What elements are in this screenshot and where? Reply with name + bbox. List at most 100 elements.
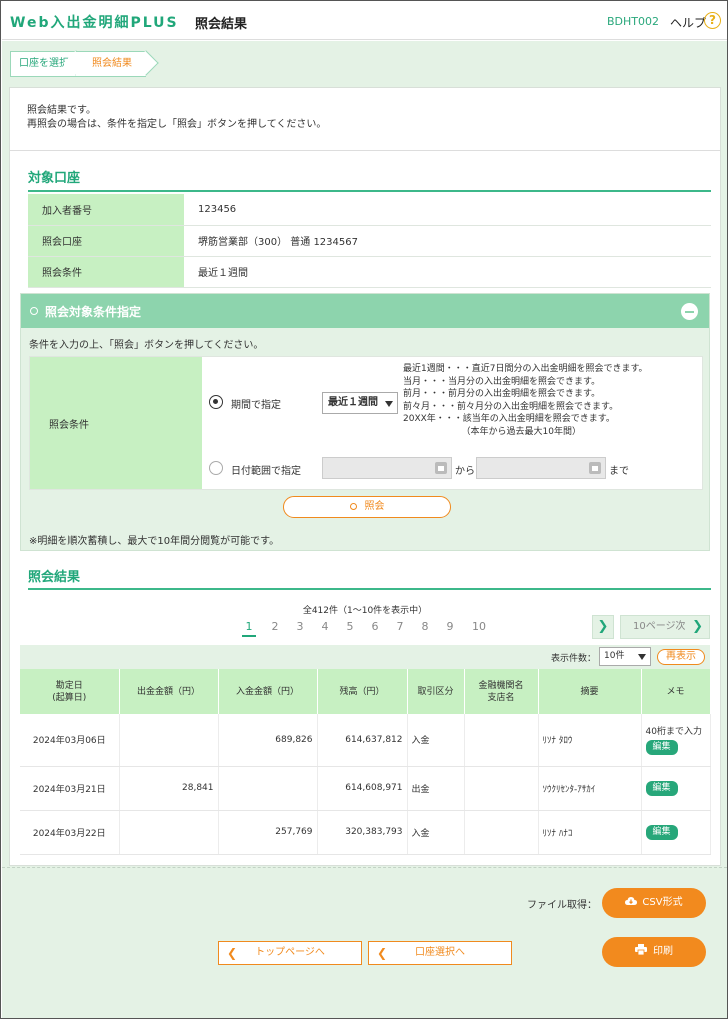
csv-button-label: CSV形式 bbox=[642, 897, 683, 908]
date-from-input[interactable] bbox=[322, 457, 452, 479]
col-header-summary: 摘要 bbox=[538, 669, 642, 714]
per-page-value: 10件 bbox=[604, 651, 625, 661]
intro-line-2: 再照会の場合は、条件を指定し「照会」ボタンを押してください。 bbox=[27, 119, 327, 130]
page-link[interactable]: 4 bbox=[318, 620, 332, 633]
per-page-select[interactable]: 10件 bbox=[599, 647, 651, 666]
cell-type: 入金 bbox=[407, 714, 465, 767]
account-table: 加入者番号 123456 照会口座 堺筋営業部（300） 普通 1234567 照会… bbox=[28, 194, 711, 288]
redisplay-button[interactable]: 再表示 bbox=[657, 649, 705, 665]
search-button[interactable]: 照会 bbox=[283, 496, 451, 518]
cell-bank bbox=[464, 810, 539, 855]
table-row: 2024年03月06日 689,826 614,637,812 入金 ﾘｿﾅ ﾀ… bbox=[20, 714, 711, 767]
account-row-label: 照会条件 bbox=[28, 256, 184, 288]
page-link[interactable]: 2 bbox=[268, 620, 282, 633]
col-header-balance: 残高（円） bbox=[317, 669, 408, 714]
condition-panel-header[interactable]: 照会対象条件指定 bbox=[21, 294, 709, 328]
condition-panel: 照会対象条件指定 条件を入力の上、「照会」ボタンを押してください。 照会条件 期… bbox=[20, 293, 710, 551]
cell-balance: 614,608,971 bbox=[317, 766, 408, 811]
page-link[interactable]: 8 bbox=[418, 620, 432, 633]
calendar-icon[interactable] bbox=[589, 462, 601, 474]
search-button-label: 照会 bbox=[364, 501, 385, 512]
search-icon bbox=[30, 307, 38, 315]
page-title: 照会結果 bbox=[195, 17, 248, 32]
col-header-bank-line2: 支店名 bbox=[487, 692, 515, 703]
condition-form: 照会条件 期間で指定 最近１週間 最近1週間・・・直近7日間分の入出金明細を照会… bbox=[29, 356, 703, 490]
cell-withdrawal bbox=[119, 810, 219, 855]
radio-period[interactable] bbox=[209, 395, 223, 409]
condition-description: 条件を入力の上、「照会」ボタンを押してください。 bbox=[29, 340, 264, 351]
cell-deposit: 689,826 bbox=[218, 714, 318, 767]
period-select[interactable]: 最近１週間 bbox=[322, 392, 398, 414]
radio-date-range[interactable] bbox=[209, 461, 223, 475]
collapse-icon[interactable] bbox=[681, 303, 698, 320]
help-link[interactable]: ヘルプ bbox=[670, 14, 706, 31]
condition-footnote: ※明細を順次蓄積し、最大で10年間分閲覧が可能です。 bbox=[29, 536, 280, 547]
divider bbox=[10, 150, 720, 151]
condition-label: 照会条件 bbox=[49, 420, 89, 431]
section-underline bbox=[28, 190, 711, 192]
screen-id: BDHT002 bbox=[607, 15, 660, 28]
page-link[interactable]: 7 bbox=[393, 620, 407, 633]
chevron-down-icon bbox=[385, 401, 393, 407]
cell-bank bbox=[464, 766, 539, 811]
calendar-icon[interactable] bbox=[435, 462, 447, 474]
edit-memo-button[interactable]: 編集 bbox=[645, 740, 678, 756]
account-row-value: 123456 bbox=[184, 194, 711, 226]
chevron-down-icon bbox=[638, 654, 646, 660]
app-title: Web入出金明細PLUS bbox=[10, 15, 179, 31]
page-link[interactable]: 6 bbox=[368, 620, 382, 633]
col-header-date-line1: 勘定日 bbox=[55, 680, 83, 691]
col-header-date: 勘定日 (起算日) bbox=[20, 669, 120, 714]
cloud-download-icon bbox=[625, 897, 638, 905]
cell-withdrawal: 28,841 bbox=[119, 766, 219, 811]
page-link[interactable]: 5 bbox=[343, 620, 357, 633]
account-row-label: 加入者番号 bbox=[28, 194, 184, 226]
cell-bank bbox=[464, 714, 539, 767]
account-select-button[interactable]: ❮ 口座選択へ bbox=[368, 941, 512, 965]
cell-date: 2024年03月06日 bbox=[20, 714, 120, 767]
cell-withdrawal bbox=[119, 714, 219, 767]
cell-deposit bbox=[218, 766, 318, 811]
chevron-right-icon: ❯ bbox=[692, 619, 703, 634]
edit-memo-button[interactable]: 編集 bbox=[645, 780, 678, 796]
page-link[interactable]: 10 bbox=[470, 620, 488, 633]
radio-period-label[interactable]: 期間で指定 bbox=[231, 396, 281, 411]
section-underline bbox=[28, 588, 711, 590]
cell-balance: 320,383,793 bbox=[317, 810, 408, 855]
next-10-label: 10ページ次 bbox=[633, 621, 686, 632]
date-to-input[interactable] bbox=[476, 457, 606, 479]
next-10-pages-button[interactable]: 10ページ次 ❯ bbox=[620, 615, 710, 639]
chevron-left-icon: ❮ bbox=[227, 946, 238, 960]
table-row: 2024年03月21日 28,841 614,608,971 出金 ｿｳｸﾘｾﾝ… bbox=[20, 766, 711, 811]
account-row-label: 照会口座 bbox=[28, 225, 184, 257]
memo-text: 40桁まで入力 bbox=[645, 727, 702, 738]
top-page-button[interactable]: ❮ トップページへ bbox=[218, 941, 362, 965]
radio-date-range-label[interactable]: 日付範囲で指定 bbox=[231, 462, 301, 477]
edit-memo-button[interactable]: 編集 bbox=[645, 824, 678, 840]
results-toolbar: 表示件数： 10件 再表示 bbox=[20, 645, 710, 669]
cell-deposit: 257,769 bbox=[218, 810, 318, 855]
page-link[interactable]: 9 bbox=[443, 620, 457, 633]
account-row: 照会条件 最近１週間 bbox=[28, 256, 711, 288]
print-button[interactable]: 印刷 bbox=[602, 937, 706, 967]
main-panel: 照会結果です。 再照会の場合は、条件を指定し「照会」ボタンを押してください。 対… bbox=[9, 87, 721, 866]
file-download-label: ファイル取得： bbox=[527, 900, 597, 911]
col-header-withdrawal: 出金金額（円） bbox=[119, 669, 219, 714]
table-row: 2024年03月22日 257,769 320,383,793 入金 ﾘｿﾅ ﾊ… bbox=[20, 810, 711, 855]
cell-memo: 編集 bbox=[641, 810, 711, 855]
printer-icon bbox=[635, 944, 647, 956]
header-bar: Web入出金明細PLUS 照会結果 BDHT002 ヘルプ ? bbox=[2, 2, 727, 40]
page-link[interactable]: 1 bbox=[242, 620, 256, 637]
csv-download-button[interactable]: CSV形式 bbox=[602, 888, 706, 918]
cell-memo: 40桁まで入力編集 bbox=[641, 714, 711, 767]
account-row: 加入者番号 123456 bbox=[28, 194, 711, 226]
intro-line-1: 照会結果です。 bbox=[27, 105, 96, 116]
print-button-label: 印刷 bbox=[653, 946, 673, 957]
to-text: まで bbox=[609, 466, 629, 477]
period-select-value: 最近１週間 bbox=[328, 397, 378, 408]
cell-date: 2024年03月22日 bbox=[20, 810, 120, 855]
help-icon[interactable]: ? bbox=[704, 12, 721, 29]
next-page-button[interactable]: ❯ bbox=[592, 615, 614, 639]
col-header-date-line2: (起算日) bbox=[52, 692, 87, 703]
page-link[interactable]: 3 bbox=[293, 620, 307, 633]
